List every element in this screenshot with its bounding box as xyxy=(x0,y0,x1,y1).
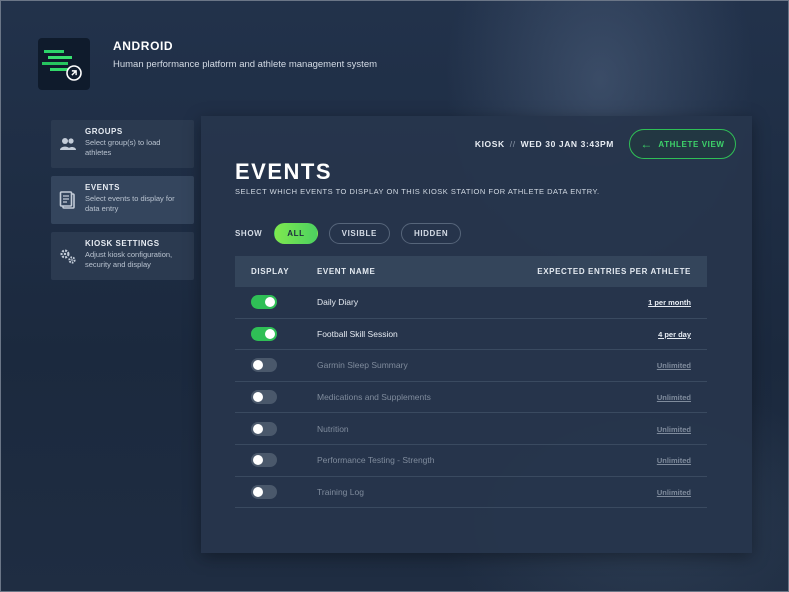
app-subtitle: Human performance platform and athlete m… xyxy=(113,59,378,70)
display-toggle[interactable] xyxy=(251,453,277,468)
sidebar-item-desc: security and display xyxy=(85,260,151,269)
column-header-expected: EXPECTED ENTRIES PER ATHLETE xyxy=(537,267,691,276)
expected-entries-link[interactable]: Unlimited xyxy=(657,361,691,370)
table-row: Garmin Sleep Summary Unlimited xyxy=(235,350,707,382)
event-name: Performance Testing - Strength xyxy=(317,455,435,466)
display-toggle[interactable] xyxy=(251,421,277,436)
sidebar: GROUPS Select group(s) to load athletes … xyxy=(51,120,194,288)
page-title: EVENTS xyxy=(235,159,333,184)
display-toggle[interactable] xyxy=(251,295,277,310)
sidebar-item-desc: Select events to display for xyxy=(85,194,175,203)
column-header-event-name: EVENT NAME xyxy=(317,267,376,276)
sidebar-item-desc: data entry xyxy=(85,204,119,213)
filter-bar: SHOW ALL VISIBLE HIDDEN xyxy=(235,223,472,244)
table-header: DISPLAY EVENT NAME EXPECTED ENTRIES PER … xyxy=(235,256,707,287)
display-toggle[interactable] xyxy=(251,326,277,341)
event-name: Training Log xyxy=(317,486,364,497)
show-label: SHOW xyxy=(235,229,263,238)
sidebar-item-groups[interactable]: GROUPS Select group(s) to load athletes xyxy=(51,120,194,168)
expected-entries-link[interactable]: Unlimited xyxy=(657,456,691,465)
display-toggle[interactable] xyxy=(251,358,277,373)
filter-hidden-button[interactable]: HIDDEN xyxy=(400,223,462,244)
arrow-left-icon: ← xyxy=(640,137,653,151)
kiosk-status: KIOSK // WED 30 JAN 3:43PM xyxy=(475,139,614,149)
sidebar-item-desc: Adjust kiosk configuration, xyxy=(85,250,173,259)
display-toggle[interactable] xyxy=(251,390,277,405)
people-icon xyxy=(59,135,77,153)
sidebar-item-label: GROUPS xyxy=(85,127,123,136)
athlete-view-button[interactable]: ← ATHLETE VIEW xyxy=(629,129,736,159)
kiosk-label: KIOSK xyxy=(474,139,505,149)
display-toggle[interactable] xyxy=(251,484,277,499)
column-header-display: DISPLAY xyxy=(251,267,290,276)
expected-entries-link[interactable]: Unlimited xyxy=(657,393,691,402)
event-name: Nutrition xyxy=(317,423,349,434)
table-row: Nutrition Unlimited xyxy=(235,413,707,445)
table-row: Daily Diary 1 per month xyxy=(235,287,707,319)
clipboard-icon xyxy=(59,191,77,209)
sidebar-item-desc: athletes xyxy=(85,148,112,157)
filter-all-button[interactable]: ALL xyxy=(274,223,318,244)
table-row: Football Skill Session 4 per day xyxy=(235,319,707,351)
gears-icon xyxy=(59,247,77,265)
page-subtitle: SELECT WHICH EVENTS TO DISPLAY ON THIS K… xyxy=(235,187,600,196)
athlete-view-label: ATHLETE VIEW xyxy=(658,139,725,149)
event-name: Medications and Supplements xyxy=(317,392,431,403)
table-row: Performance Testing - Strength Unlimited xyxy=(235,445,707,477)
sidebar-item-events[interactable]: EVENTS Select events to display for data… xyxy=(51,176,194,224)
expected-entries-link[interactable]: 4 per day xyxy=(658,330,691,339)
app-logo-icon xyxy=(38,38,90,90)
event-name: Garmin Sleep Summary xyxy=(317,360,408,371)
sidebar-item-label: KIOSK SETTINGS xyxy=(85,239,160,248)
expected-entries-link[interactable]: Unlimited xyxy=(657,425,691,434)
event-name: Football Skill Session xyxy=(317,328,398,339)
kiosk-datetime: WED 30 JAN 3:43PM xyxy=(520,139,614,149)
events-panel: KIOSK // WED 30 JAN 3:43PM ← ATHLETE VIE… xyxy=(201,116,752,553)
events-table: DISPLAY EVENT NAME EXPECTED ENTRIES PER … xyxy=(235,256,707,509)
expected-entries-link[interactable]: 1 per month xyxy=(648,298,691,307)
event-name: Daily Diary xyxy=(317,297,359,308)
table-row: Medications and Supplements Unlimited xyxy=(235,382,707,414)
expected-entries-link[interactable]: Unlimited xyxy=(657,488,691,497)
table-row: Training Log Unlimited xyxy=(235,477,707,509)
kiosk-separator: // xyxy=(509,139,516,149)
sidebar-item-kiosk-settings[interactable]: KIOSK SETTINGS Adjust kiosk configuratio… xyxy=(51,232,194,280)
app-title: ANDROID xyxy=(113,39,174,53)
sidebar-item-desc: Select group(s) to load xyxy=(85,138,161,147)
sidebar-item-label: EVENTS xyxy=(85,183,121,192)
filter-visible-button[interactable]: VISIBLE xyxy=(328,223,390,244)
